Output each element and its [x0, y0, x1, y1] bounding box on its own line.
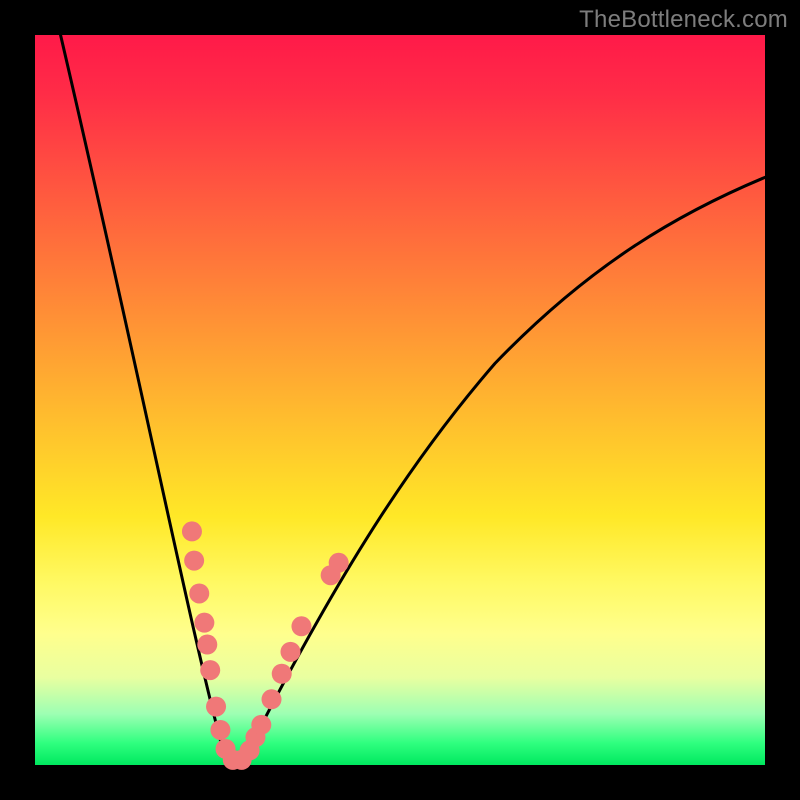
- data-point-marker: [281, 642, 301, 662]
- data-point-marker: [262, 689, 282, 709]
- data-point-marker: [210, 720, 230, 740]
- data-point-marker: [182, 521, 202, 541]
- data-point-marker: [329, 553, 349, 573]
- v-curve: [61, 35, 765, 757]
- data-point-marker: [206, 697, 226, 717]
- data-point-marker: [194, 613, 214, 633]
- data-point-marker: [184, 551, 204, 571]
- chart-frame: TheBottleneck.com: [0, 0, 800, 800]
- chart-svg: [35, 35, 765, 765]
- watermark-text: TheBottleneck.com: [579, 6, 788, 34]
- data-point-marker: [197, 635, 217, 655]
- data-point-marker: [251, 715, 271, 735]
- data-point-marker: [291, 616, 311, 636]
- data-point-marker: [272, 664, 292, 684]
- data-point-marker: [200, 660, 220, 680]
- data-point-marker: [189, 583, 209, 603]
